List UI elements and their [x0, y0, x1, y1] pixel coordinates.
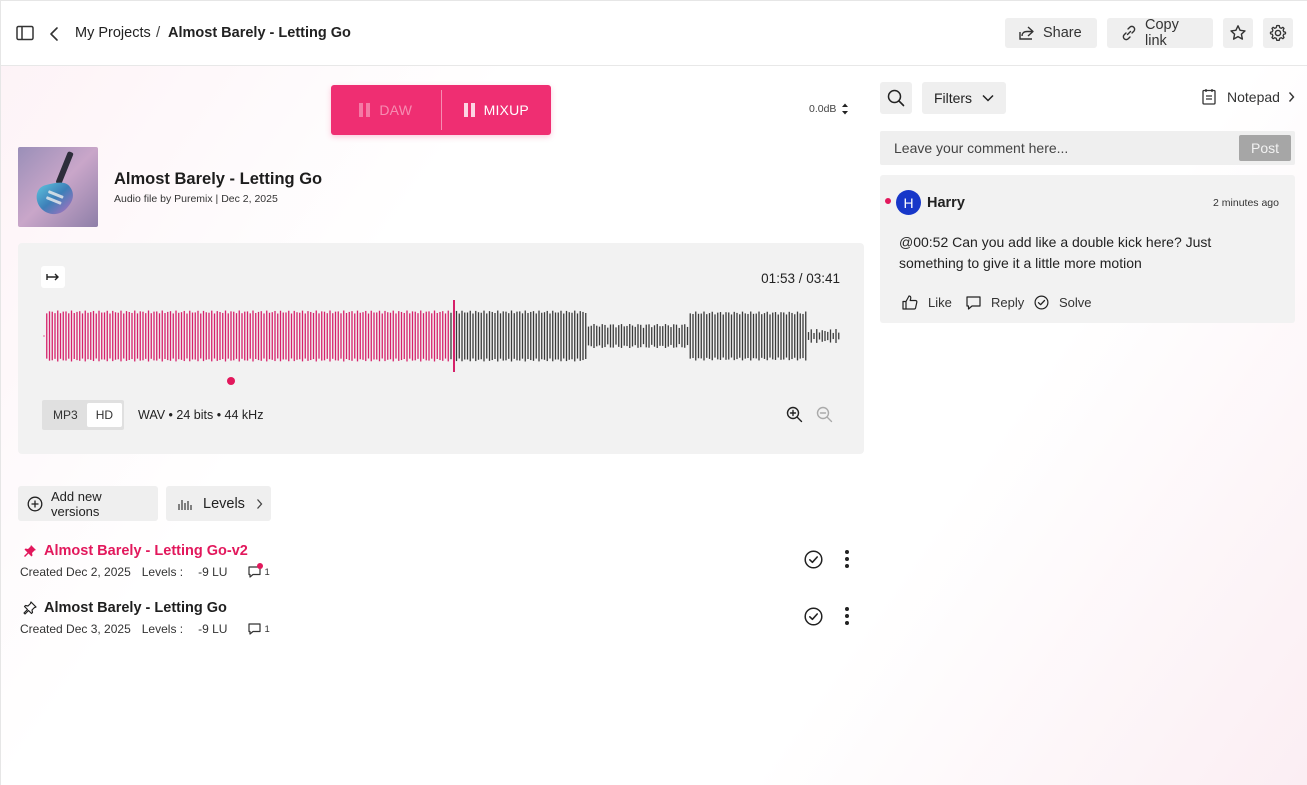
sidebar-toggle-icon[interactable] — [16, 25, 34, 41]
copy-link-button[interactable]: Copy link — [1107, 17, 1213, 49]
audio-player: 01:53 / 03:41 MP3 HD WAV • 24 bits • 44 … — [18, 243, 864, 454]
gain-control[interactable]: 0.0dB — [809, 102, 849, 116]
zoom-in-icon[interactable] — [786, 406, 803, 423]
comment-time: 2 minutes ago — [1213, 197, 1279, 209]
unread-dot — [257, 563, 264, 569]
version-title[interactable]: Almost Barely - Letting Go-v2 — [44, 543, 248, 559]
more-options-icon[interactable] — [838, 550, 856, 568]
format-info: WAV • 24 bits • 44 kHz — [138, 408, 264, 422]
version-created: Created Dec 3, 2025 — [20, 622, 131, 636]
version-comment-count: 1 — [264, 623, 270, 635]
back-chevron-icon[interactable] — [49, 26, 59, 42]
levels-bars-icon — [178, 498, 192, 510]
favorite-star-button[interactable] — [1223, 18, 1253, 48]
pin-outline-icon[interactable] — [23, 601, 37, 615]
like-label: Like — [928, 295, 952, 310]
chevron-right-icon — [256, 498, 263, 510]
version-levels-label: Levels : — [141, 565, 184, 579]
levels-label: Levels — [203, 495, 245, 512]
version-comment-count: 1 — [264, 566, 270, 578]
track-meta: Audio file by Puremix | Dec 2, 2025 — [114, 193, 278, 205]
version-row[interactable]: Almost Barely - Letting Go Created Dec 3… — [18, 600, 864, 644]
breadcrumb-current: Almost Barely - Letting Go — [168, 25, 351, 41]
reply-button[interactable]: Reply — [966, 295, 1024, 310]
notepad-link[interactable]: Notepad — [1201, 88, 1295, 105]
comment-count-icon — [248, 623, 262, 635]
mixup-label: MIXUP — [483, 102, 529, 118]
comment-count-icon — [248, 563, 264, 578]
copy-link-label: Copy link — [1145, 17, 1179, 49]
plus-circle-icon — [27, 496, 43, 512]
more-options-icon[interactable] — [838, 607, 856, 625]
track-title: Almost Barely - Letting Go — [114, 170, 323, 188]
version-levels-value: -9 LU — [198, 565, 228, 579]
reply-bubble-icon — [966, 295, 981, 310]
comment-marker[interactable] — [227, 377, 235, 385]
gain-value: 0.0dB — [809, 103, 837, 115]
breadcrumb-separator: / — [156, 24, 161, 41]
daw-bars-icon — [359, 103, 371, 117]
filters-dropdown[interactable]: Filters — [922, 82, 1006, 114]
settings-button[interactable] — [1263, 18, 1293, 48]
top-bar: My Projects / Almost Barely - Letting Go… — [1, 1, 1307, 66]
mixup-bars-icon — [463, 103, 475, 117]
pin-filled-icon[interactable] — [23, 544, 37, 558]
waveform[interactable] — [42, 299, 842, 373]
format-mp3[interactable]: MP3 — [44, 403, 87, 427]
album-cover — [18, 147, 98, 227]
link-icon — [1121, 25, 1137, 41]
format-hd[interactable]: HD — [86, 403, 123, 427]
mixup-mode-tab[interactable]: MIXUP — [442, 85, 552, 135]
daw-mode-tab[interactable]: DAW — [331, 85, 441, 135]
expand-button[interactable] — [41, 266, 65, 288]
like-button[interactable]: Like — [902, 295, 952, 310]
version-created: Created Dec 2, 2025 — [20, 565, 131, 579]
solve-button[interactable]: Solve — [1034, 295, 1092, 310]
daw-label: DAW — [379, 102, 413, 118]
zoom-out-icon[interactable] — [816, 406, 833, 423]
expand-arrow-icon — [46, 272, 60, 282]
version-meta: Created Dec 3, 2025 Levels : -9 LU 1 — [20, 622, 270, 636]
version-row[interactable]: Almost Barely - Letting Go-v2 Created De… — [18, 543, 864, 587]
search-icon — [887, 89, 905, 107]
notepad-label: Notepad — [1227, 88, 1280, 105]
share-button[interactable]: Share — [1005, 18, 1097, 48]
comment-body: @00:52 Can you add like a double kick he… — [899, 234, 1212, 271]
solve-label: Solve — [1059, 295, 1092, 310]
approve-check-icon[interactable] — [804, 550, 823, 569]
notepad-icon — [1201, 88, 1217, 105]
comment-input[interactable] — [880, 131, 1230, 165]
share-icon — [1019, 26, 1035, 40]
unread-dot — [885, 198, 891, 204]
version-meta: Created Dec 2, 2025 Levels : -9 LU 1 — [20, 563, 270, 579]
star-icon — [1229, 24, 1247, 42]
version-levels-value: -9 LU — [198, 622, 228, 636]
filters-label: Filters — [933, 90, 973, 106]
check-circle-icon — [1034, 295, 1049, 310]
format-toggle: MP3 HD — [42, 400, 125, 430]
search-button[interactable] — [880, 82, 912, 114]
chevron-right-icon — [1288, 91, 1295, 103]
approve-check-icon[interactable] — [804, 607, 823, 626]
comment-composer: Post — [880, 131, 1295, 165]
avatar: H — [896, 190, 921, 215]
up-down-arrows-icon[interactable] — [841, 102, 849, 116]
version-title[interactable]: Almost Barely - Letting Go — [44, 600, 227, 616]
reply-label: Reply — [991, 295, 1025, 310]
version-levels-label: Levels : — [141, 622, 184, 636]
playback-time: 01:53 / 03:41 — [761, 271, 840, 286]
add-new-versions-label: Add new versions — [51, 488, 102, 519]
comment-author: Harry — [927, 195, 965, 211]
levels-button[interactable]: Levels — [166, 486, 271, 521]
add-new-versions-button[interactable]: Add new versions — [18, 486, 158, 521]
chevron-down-icon — [982, 94, 994, 102]
mode-switch: DAW MIXUP — [331, 85, 551, 135]
post-button[interactable]: Post — [1239, 135, 1291, 161]
share-label: Share — [1043, 25, 1082, 41]
gear-icon — [1269, 24, 1287, 42]
breadcrumb-my-projects[interactable]: My Projects — [75, 25, 151, 41]
thumbs-up-icon — [902, 295, 918, 310]
comment-card: H Harry 2 minutes ago @00:52 Can you add… — [880, 175, 1295, 323]
